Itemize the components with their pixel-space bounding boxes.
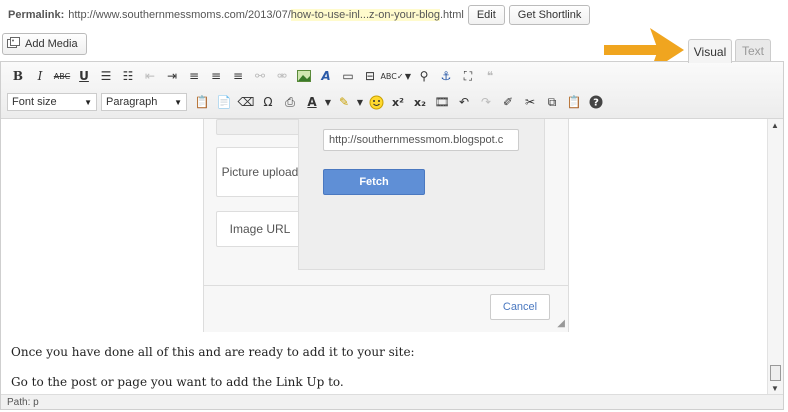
page-break-icon[interactable]: ⊟ bbox=[359, 65, 381, 87]
dialog-side-item-partial bbox=[216, 119, 304, 135]
editor-toolbar: B I ABC U ☰ ☷ ⇤ ⇥ ≡ ≡ ≡ ⚯ ⚮ A ▭ ⊟ ABC✓ ▼… bbox=[1, 62, 783, 119]
spellcheck-dropdown-icon[interactable]: ▼ bbox=[403, 65, 413, 87]
permalink-slug[interactable]: how-to-use-inl...z-on-your-blog bbox=[290, 9, 440, 21]
blockquote-icon[interactable]: ❝ bbox=[479, 65, 501, 87]
dialog-cancel-button: Cancel bbox=[490, 294, 550, 320]
scroll-down-icon[interactable]: ▼ bbox=[771, 384, 779, 393]
redo-icon[interactable]: ↷ bbox=[475, 91, 497, 113]
embedded-dialog-image: Picture upload Image URL http://southern… bbox=[203, 119, 569, 332]
toolbar-row-1: B I ABC U ☰ ☷ ⇤ ⇥ ≡ ≡ ≡ ⚯ ⚮ A ▭ ⊟ ABC✓ ▼… bbox=[7, 64, 501, 88]
dialog-url-input: http://southernmessmom.blogspot.c bbox=[323, 129, 519, 151]
editor-content[interactable]: Picture upload Image URL http://southern… bbox=[1, 119, 767, 395]
paste-icon[interactable]: 📋 bbox=[563, 91, 585, 113]
anchor-icon[interactable]: ⚓ bbox=[435, 65, 457, 87]
link-icon[interactable]: ⚯ bbox=[249, 65, 271, 87]
scrollbar-thumb[interactable] bbox=[770, 365, 781, 381]
unlink-icon[interactable]: ⚮ bbox=[271, 65, 293, 87]
copy-icon[interactable]: ⧉ bbox=[541, 91, 563, 113]
chevron-down-icon: ▼ bbox=[174, 97, 182, 107]
tab-text[interactable]: Text bbox=[735, 39, 771, 62]
highlight-dropdown-icon[interactable]: ▼ bbox=[355, 91, 365, 113]
spellcheck-icon[interactable]: ABC✓ bbox=[380, 65, 403, 87]
text-color-icon[interactable]: A bbox=[301, 91, 323, 113]
permalink-label: Permalink: bbox=[8, 9, 65, 21]
scroll-up-icon[interactable]: ▲ bbox=[771, 121, 779, 130]
help-icon[interactable]: ? bbox=[585, 91, 607, 113]
italic-icon[interactable]: I bbox=[29, 65, 51, 87]
dialog-panel: http://southernmessmom.blogspot.c Fetch bbox=[298, 119, 545, 270]
font-size-value: Font size bbox=[12, 96, 57, 108]
find-icon[interactable]: ⚲ bbox=[413, 65, 435, 87]
styles-icon[interactable]: A bbox=[315, 65, 337, 87]
media-embed-icon[interactable]: 🎞 bbox=[431, 91, 453, 113]
special-character-icon[interactable]: Ω bbox=[257, 91, 279, 113]
tab-visual[interactable]: Visual bbox=[688, 39, 732, 63]
numbered-list-icon[interactable]: ☷ bbox=[117, 65, 139, 87]
get-shortlink-button[interactable]: Get Shortlink bbox=[508, 5, 591, 25]
format-value: Paragraph bbox=[106, 96, 158, 108]
permalink-url[interactable]: http://www.southernmessmoms.com/2013/07/… bbox=[68, 9, 464, 21]
insert-more-icon[interactable]: ▭ bbox=[337, 65, 359, 87]
resize-handle-icon: ◢ bbox=[557, 318, 565, 329]
dialog-side-item-image-url: Image URL bbox=[216, 211, 304, 247]
bullet-list-icon[interactable]: ☰ bbox=[95, 65, 117, 87]
media-icon bbox=[7, 36, 21, 52]
edit-permalink-button[interactable]: Edit bbox=[467, 5, 505, 25]
fullscreen-icon[interactable]: ⛶ bbox=[457, 65, 479, 87]
dialog-side-item-picture-upload: Picture upload bbox=[216, 147, 304, 197]
subscript-icon[interactable]: x₂ bbox=[409, 91, 431, 113]
paste-word-icon[interactable]: 📄 bbox=[213, 91, 235, 113]
dialog-footer: Cancel ◢ bbox=[204, 285, 568, 332]
format-select[interactable]: Paragraph ▼ bbox=[101, 93, 187, 111]
dialog-fetch-button: Fetch bbox=[323, 169, 425, 195]
underline-icon[interactable]: U bbox=[73, 65, 95, 87]
cut-icon[interactable]: ✂ bbox=[519, 91, 541, 113]
align-left-icon[interactable]: ≡ bbox=[183, 65, 205, 87]
edit-css-icon[interactable]: ✐ bbox=[497, 91, 519, 113]
toolbar-row-2: Font size ▼ Paragraph ▼ 📋 📄 ⌫ Ω ⎙ A ▼ ✎ ▼ … bbox=[7, 90, 607, 114]
paste-text-icon[interactable]: 📋 bbox=[191, 91, 213, 113]
font-size-select[interactable]: Font size ▼ bbox=[7, 93, 97, 111]
element-path: Path: p bbox=[7, 396, 39, 408]
clear-formatting-icon[interactable]: ⌫ bbox=[235, 91, 257, 113]
undo-icon[interactable]: ↶ bbox=[453, 91, 475, 113]
print-icon[interactable]: ⎙ bbox=[279, 91, 301, 113]
editor-scrollbar[interactable]: ▲ ▼ bbox=[767, 119, 783, 395]
highlight-icon[interactable]: ✎ bbox=[333, 91, 355, 113]
editor-status-bar: Path: p bbox=[1, 394, 783, 409]
indent-icon[interactable]: ⇥ bbox=[161, 65, 183, 87]
permalink-url-suffix: .html bbox=[439, 9, 464, 21]
bold-icon[interactable]: B bbox=[7, 65, 29, 87]
outdent-icon[interactable]: ⇤ bbox=[139, 65, 161, 87]
strikethrough-icon[interactable]: ABC bbox=[51, 65, 73, 87]
permalink-row: Permalink: http://www.southernmessmoms.c… bbox=[8, 4, 591, 26]
content-paragraph-2: Go to the post or page you want to add t… bbox=[11, 375, 344, 389]
svg-text:?: ? bbox=[593, 98, 599, 109]
align-right-icon[interactable]: ≡ bbox=[227, 65, 249, 87]
superscript-icon[interactable]: x² bbox=[387, 91, 409, 113]
editor: B I ABC U ☰ ☷ ⇤ ⇥ ≡ ≡ ≡ ⚯ ⚮ A ▭ ⊟ ABC✓ ▼… bbox=[0, 61, 784, 410]
image-icon[interactable] bbox=[293, 65, 315, 87]
align-center-icon[interactable]: ≡ bbox=[205, 65, 227, 87]
content-paragraph-1: Once you have done all of this and are r… bbox=[11, 345, 415, 359]
add-media-label: Add Media bbox=[25, 38, 78, 50]
permalink-url-prefix: http://www.southernmessmoms.com/2013/07/ bbox=[68, 9, 291, 21]
add-media-button[interactable]: Add Media bbox=[2, 33, 87, 55]
emoticon-icon[interactable] bbox=[365, 91, 387, 113]
chevron-down-icon: ▼ bbox=[84, 97, 92, 107]
text-color-dropdown-icon[interactable]: ▼ bbox=[323, 91, 333, 113]
